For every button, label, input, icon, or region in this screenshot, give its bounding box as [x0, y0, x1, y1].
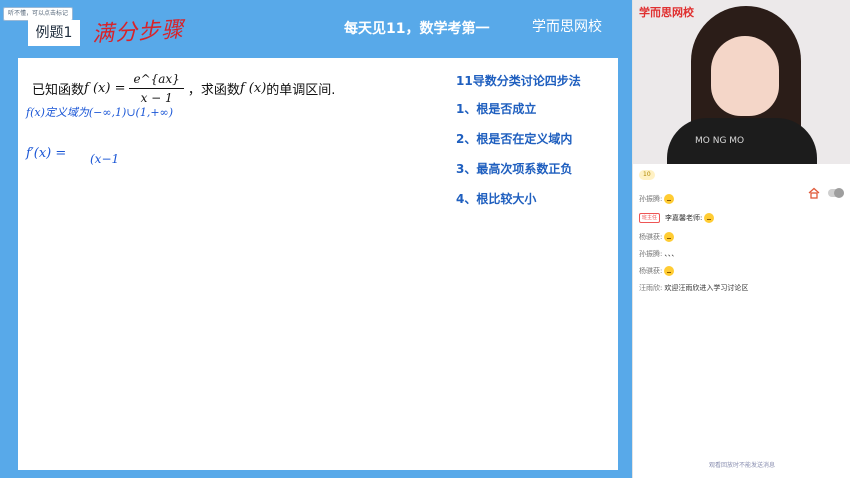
chat-message: 汪雨欣: 欢迎汪雨欣进入学习讨论区	[639, 281, 839, 295]
chat-message: 孙振腾: 、、、	[639, 247, 839, 261]
smile-emoji-icon	[664, 266, 675, 276]
chat-message: 孙振腾:	[639, 192, 839, 206]
lesson-area: 听不懂，可以点击标记 例题1 满分步骤 每天见11，数学考第一 学而思网校 已知…	[0, 0, 632, 478]
stats-badge: 10	[639, 170, 655, 180]
method-list: 1、根是否成立 2、根是否在定义域内 3、最高次项系数正负 4、根比较大小	[456, 102, 572, 222]
app-window: 听不懂，可以点击标记 例题1 满分步骤 每天见11，数学考第一 学而思网校 已知…	[0, 0, 850, 478]
brand-logo: 学而思网校	[532, 19, 602, 35]
question-suffix: ，求函数	[187, 83, 240, 98]
method-item: 4、根比较大小	[456, 192, 537, 206]
teacher-face	[711, 36, 779, 116]
shirt-text: MO NG MO	[695, 136, 745, 146]
smile-emoji-icon	[664, 232, 675, 242]
chat-sender: 李嘉馨老师:	[665, 214, 703, 222]
method-title: 11导数分类讨论四步法	[456, 74, 581, 88]
fraction-numerator: e^{ax}	[129, 72, 184, 89]
question-fraction: e^{ax} x − 1	[129, 72, 184, 105]
whiteboard: 已知函数 f (x) = e^{ax} x − 1 ，求函数 f (x) 的单调…	[18, 58, 618, 470]
chat-sender: 汪雨欣:	[639, 284, 663, 292]
stats-bar: 10	[633, 166, 850, 184]
mark-hint-button[interactable]: 听不懂，可以点击标记	[3, 7, 74, 21]
method-item: 2、根是否在定义域内	[456, 132, 573, 146]
chat-sender: 孙振腾:	[639, 250, 663, 258]
smile-emoji-icon	[664, 194, 675, 204]
replay-notice: 观看回放时不能发送消息	[708, 462, 775, 469]
question-prefix: 已知函数	[32, 83, 85, 98]
handwritten-title: 满分步骤	[91, 17, 185, 48]
chat-list: 孙振腾: 班主任 李嘉馨老师: 杨骐获: 孙振腾: 、、、 杨骐获: 汪雨欣: …	[639, 192, 839, 298]
slogan-banner: 每天见11，数学考第一	[344, 21, 490, 37]
chat-sender: 孙振腾:	[639, 195, 663, 203]
handwritten-domain: f(x)定义域为(−∞,1)∪(1,+∞)	[26, 106, 173, 119]
handwritten-expression: (x−1	[90, 152, 120, 166]
teacher-video[interactable]: 学而思网校 MO NG MO	[633, 0, 850, 164]
handwritten-derivative: f′(x) =	[26, 146, 67, 161]
chat-text: 、、、	[664, 250, 679, 258]
chat-message: 杨骐获:	[639, 264, 839, 278]
method-item: 1、根是否成立	[456, 102, 537, 116]
video-brand: 学而思网校	[639, 6, 694, 19]
side-panel: 学而思网校 MO NG MO 10 孙振腾: 班主任 李嘉馨老师: 杨骐获: 孙…	[632, 0, 850, 478]
fraction-denominator: x − 1	[140, 91, 173, 105]
question-text: 已知函数 f (x) = e^{ax} x − 1 ，求函数 f (x) 的单调…	[32, 72, 335, 105]
lesson-topbar: 听不懂，可以点击标记 例题1 满分步骤 每天见11，数学考第一 学而思网校	[0, 0, 632, 50]
chat-message: 班主任 李嘉馨老师:	[639, 211, 839, 225]
chat-text: 欢迎汪雨欣进入学习讨论区	[664, 284, 749, 292]
question-fx: f (x) =	[84, 81, 126, 96]
example-label: 例题1	[28, 20, 80, 46]
role-badge: 班主任	[639, 213, 661, 223]
smile-emoji-icon	[704, 213, 715, 223]
chat-sender: 杨骐获:	[639, 233, 663, 241]
question-tail: 的单调区间.	[266, 83, 336, 98]
chat-message: 杨骐获:	[639, 230, 839, 244]
chat-sender: 杨骐获:	[639, 267, 663, 275]
method-item: 3、最高次项系数正负	[456, 162, 573, 176]
question-fx2: f (x)	[239, 81, 267, 96]
